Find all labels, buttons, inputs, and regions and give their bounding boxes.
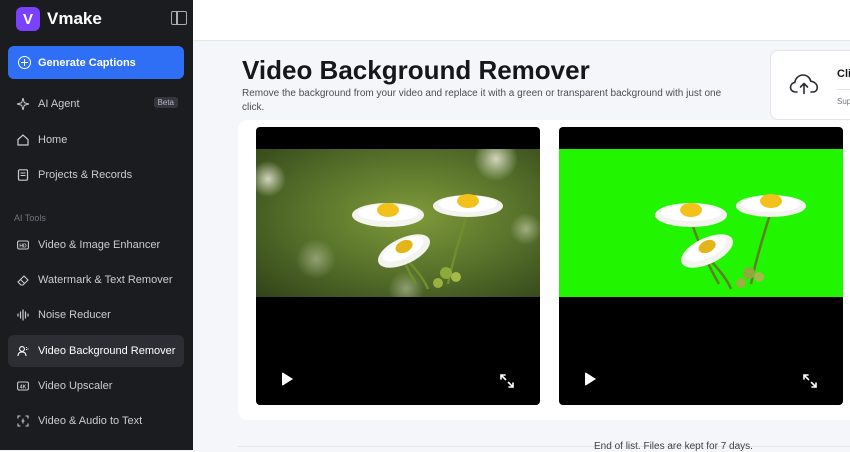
ai-tools-section-label: AI Tools	[14, 213, 46, 223]
svg-text:HD: HD	[19, 243, 27, 249]
sidebar-item-label: Video & Image Enhancer	[38, 239, 161, 251]
original-video-player[interactable]	[256, 127, 540, 405]
sidebar-item-ai-agent[interactable]: AI Agent Beta	[8, 88, 184, 120]
sidebar: V Vmake Generate Captions AI Agent Beta …	[0, 0, 193, 450]
upload-title: Cli	[837, 68, 850, 80]
sidebar-item-noise-reducer[interactable]: Noise Reducer	[8, 299, 184, 331]
cloud-upload-icon	[789, 74, 819, 95]
sidebar-item-label: Video Upscaler	[38, 380, 113, 392]
upload-divider	[837, 89, 850, 90]
sidebar-item-video-image-enhancer[interactable]: HD Video & Image Enhancer	[8, 229, 184, 261]
result-card	[238, 120, 850, 420]
sidebar-item-label: Noise Reducer	[38, 309, 111, 321]
page-description: Remove the background from your video an…	[242, 88, 722, 113]
sidebar-item-video-background-remover[interactable]: Video Background Remover	[8, 335, 184, 367]
sparkle-icon	[17, 98, 29, 110]
app-name: Vmake	[47, 9, 102, 28]
sidebar-item-video-upscaler[interactable]: 4K Video Upscaler	[8, 370, 184, 402]
eraser-icon	[17, 275, 29, 286]
logo[interactable]: V Vmake	[16, 7, 187, 31]
home-icon	[17, 134, 29, 146]
sidebar-item-label: AI Agent	[38, 98, 80, 110]
vmake-logo-icon: V	[16, 7, 40, 31]
document-icon	[17, 169, 29, 181]
fullscreen-icon[interactable]	[499, 373, 515, 389]
processed-video-player[interactable]	[559, 127, 843, 405]
svg-text:4K: 4K	[20, 384, 27, 390]
sidebar-item-label: Home	[38, 134, 68, 146]
transcribe-icon	[17, 415, 29, 427]
4k-icon: 4K	[17, 381, 29, 391]
sidebar-item-projects-records[interactable]: Projects & Records	[8, 159, 184, 191]
fullscreen-icon[interactable]	[802, 373, 818, 389]
upload-subtitle: Sup	[837, 97, 850, 106]
sidebar-collapse-icon[interactable]	[171, 11, 187, 25]
original-video-frame	[256, 149, 540, 297]
generate-captions-button[interactable]: Generate Captions	[8, 46, 184, 79]
daisy	[352, 203, 424, 227]
sidebar-item-label: Video & Audio to Text	[38, 415, 143, 427]
generate-captions-label: Generate Captions	[38, 57, 136, 69]
processed-video-frame	[559, 149, 843, 297]
play-icon[interactable]	[282, 372, 293, 386]
play-icon[interactable]	[585, 372, 596, 386]
plus-circle-icon	[18, 56, 31, 69]
waveform-icon	[17, 309, 29, 321]
main-content: Video Background Remover Remove the back…	[193, 0, 850, 452]
sidebar-item-video-audio-to-text[interactable]: Video & Audio to Text	[8, 405, 184, 437]
person-cutout-icon	[17, 346, 29, 357]
sidebar-item-label: Projects & Records	[38, 169, 133, 181]
hd-icon: HD	[17, 240, 29, 250]
footer-divider	[238, 446, 850, 447]
end-of-list-note: End of list. Files are kept for 7 days.	[594, 441, 753, 452]
sidebar-item-label: Watermark & Text Remover	[38, 274, 173, 286]
sidebar-item-watermark-text-remover[interactable]: Watermark & Text Remover	[8, 264, 184, 296]
page-title: Video Background Remover	[242, 55, 590, 85]
sidebar-item-home[interactable]: Home	[8, 124, 184, 156]
sidebar-item-label: Video Background Remover	[38, 345, 176, 357]
top-bar	[193, 0, 850, 41]
beta-badge: Beta	[153, 97, 178, 108]
upload-card[interactable]: Cli Sup	[770, 50, 850, 120]
